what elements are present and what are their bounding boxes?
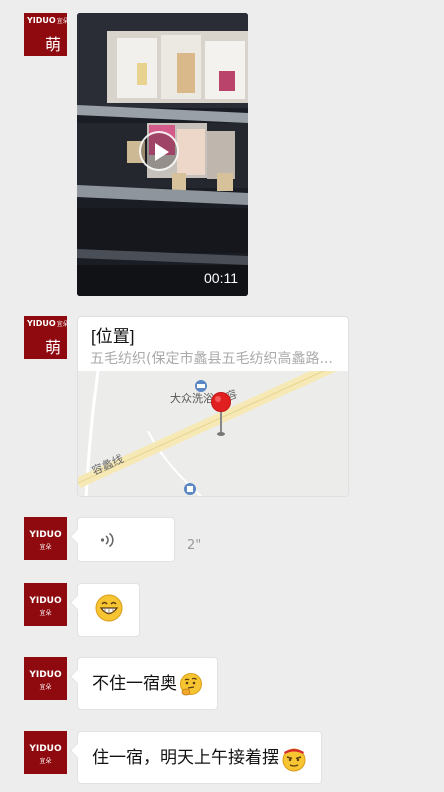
avatar-brand-cn: 宜朵 xyxy=(39,758,52,765)
avatar-brand-cn: 宜朵 xyxy=(39,684,52,691)
voice-duration: 2" xyxy=(187,538,202,553)
avatar-brand: YIDUO宜朵 xyxy=(27,319,69,328)
message-text: 住一宿，明天上午接着摆 xyxy=(92,748,279,768)
location-map[interactable]: 大众洗浴 容蠡线 容 xyxy=(78,371,349,497)
avatar-glyph: 萌 xyxy=(44,338,61,357)
play-icon[interactable] xyxy=(139,131,179,171)
avatar[interactable]: YIDUO 宜朵 xyxy=(24,583,67,626)
determined-emoji xyxy=(282,748,306,771)
avatar-brand: YIDUO xyxy=(29,744,62,754)
avatar-brand: YIDUO xyxy=(29,596,62,606)
avatar-brand-cn: 宜朵 xyxy=(39,544,52,551)
avatar[interactable]: YIDUO宜朵 萌 xyxy=(24,316,69,359)
avatar-brand: YIDUO xyxy=(29,530,62,540)
message-text: 不住一宿奥 xyxy=(92,674,177,694)
text-message[interactable]: 不住一宿奥 xyxy=(77,657,218,710)
thinking-emoji xyxy=(180,672,202,695)
avatar[interactable]: YIDUO 宜朵 xyxy=(24,657,67,700)
location-title: [位置] xyxy=(91,327,135,346)
voice-message[interactable] xyxy=(77,517,175,562)
text-message[interactable]: 住一宿，明天上午接着摆 xyxy=(77,731,322,784)
avatar[interactable]: YIDUO 宜朵 xyxy=(24,731,67,774)
grin-emoji xyxy=(95,594,123,622)
video-message[interactable]: 00:11 xyxy=(77,13,248,296)
location-address: 五毛纺织(保定市蠡县五毛纺织高蠡路... xyxy=(90,351,333,367)
emoji-message[interactable] xyxy=(77,583,140,637)
video-duration: 00:11 xyxy=(204,270,238,286)
location-card[interactable]: [位置] 五毛纺织(保定市蠡县五毛纺织高蠡路... 大众洗浴 容蠡线 容 xyxy=(77,316,349,497)
avatar-brand-cn: 宜朵 xyxy=(39,610,52,617)
avatar[interactable]: YIDUO宜朵 萌 xyxy=(24,13,69,56)
avatar-brand: YIDUO xyxy=(29,670,62,680)
map-poi-label: 大众洗浴 xyxy=(170,391,214,405)
voice-wave-icon xyxy=(100,532,114,548)
avatar-brand: YIDUO宜朵 xyxy=(27,16,69,25)
avatar-glyph: 萌 xyxy=(44,35,61,54)
avatar[interactable]: YIDUO 宜朵 xyxy=(24,517,67,560)
